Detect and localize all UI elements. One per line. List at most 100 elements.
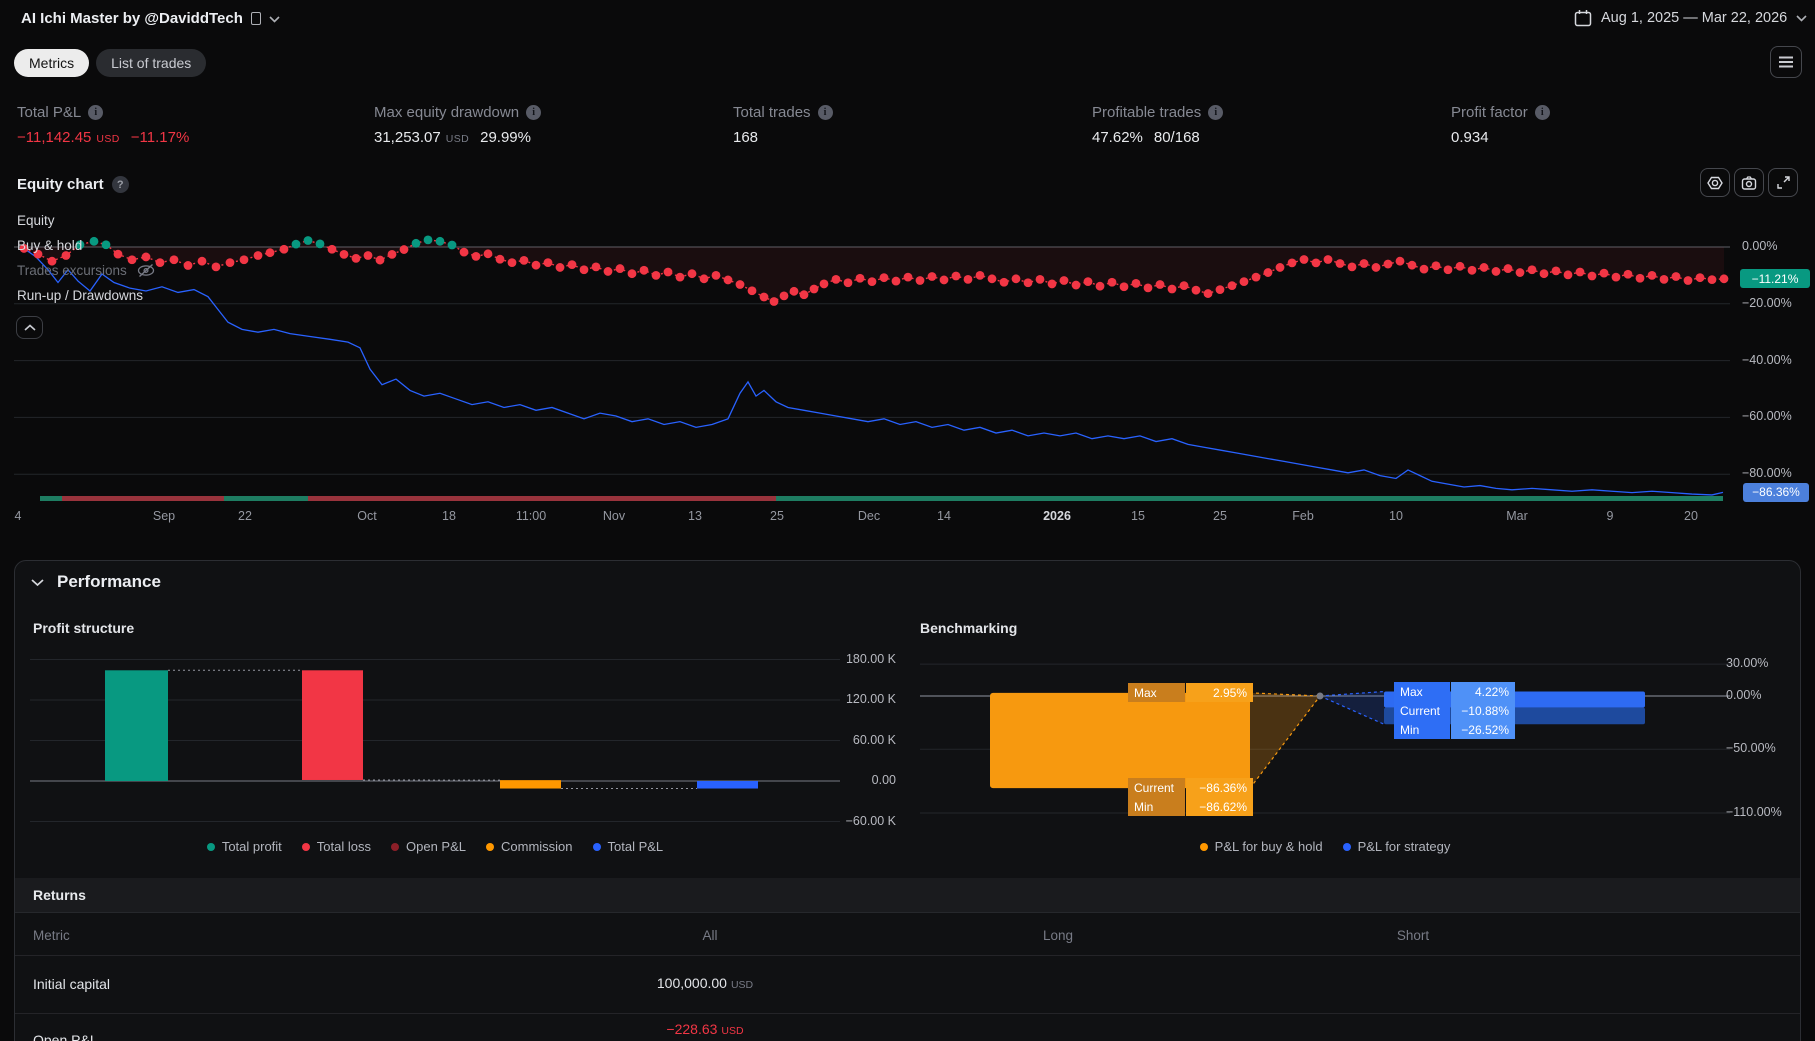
x-tick-label: Dec bbox=[857, 509, 881, 523]
metric-label: Max equity drawdown i bbox=[374, 104, 542, 121]
metric-value: 31,253.07 USD 29.99% bbox=[374, 129, 531, 146]
x-tick-label: Mar bbox=[1506, 509, 1528, 523]
x-tick-label: Oct bbox=[357, 509, 377, 523]
profit-structure-chart[interactable] bbox=[30, 646, 840, 842]
legend-item-total-profit[interactable]: Total profit bbox=[206, 839, 282, 854]
rows-icon bbox=[1779, 56, 1793, 68]
y-tick-label: −110.00% bbox=[1726, 805, 1782, 820]
y-tick-label: 0.00 bbox=[871, 773, 896, 787]
legend-item-p-l-for-strategy[interactable]: P&L for strategy bbox=[1342, 839, 1450, 854]
legend-item-buy-and-hold[interactable]: Buy & hold bbox=[17, 238, 156, 253]
profit-structure-title: Profit structure bbox=[33, 620, 135, 636]
metric-label: Profit factor i bbox=[1451, 104, 1550, 121]
x-tick-label: Sep bbox=[152, 509, 176, 523]
chevron-down-icon bbox=[1796, 15, 1807, 22]
x-tick-label: Feb bbox=[1292, 509, 1314, 523]
metric-profit-factor: Profit factor i 0.934 bbox=[1451, 104, 1550, 146]
x-tick-label: 22 bbox=[238, 509, 252, 523]
row-label-initial-capital: Initial capital bbox=[33, 976, 111, 992]
legend-label: Buy & hold bbox=[17, 238, 83, 253]
x-tick-label: 15 bbox=[1131, 509, 1145, 523]
legend-dot bbox=[391, 842, 399, 851]
column-header-short: Short bbox=[1396, 928, 1430, 943]
tab-metrics[interactable]: Metrics bbox=[14, 49, 90, 77]
legend-item-runup-drawdowns[interactable]: Run-up / Drawdowns bbox=[17, 288, 156, 303]
equity-axis-badges: −11.21% −86.36% bbox=[1740, 176, 1815, 506]
x-tick-label: 10 bbox=[1389, 509, 1403, 523]
profit-y-axis: 180.00 K 120.00 K 60.00 K 0.00 −60.00 K bbox=[840, 646, 896, 842]
benchmarking-y-axis: 30.00% 0.00% −50.00% −110.00% bbox=[1726, 646, 1796, 842]
y-tick-label: −50.00% bbox=[1726, 741, 1776, 756]
legend-dot bbox=[592, 842, 601, 851]
currency: USD bbox=[721, 1025, 744, 1037]
metric-label: Total trades i bbox=[733, 104, 833, 121]
metric-value: −11,142.45 USD −11.17% bbox=[17, 129, 190, 146]
page-title: AI Ichi Master by @DaviddTech bbox=[21, 10, 243, 27]
eye-off-icon[interactable] bbox=[136, 263, 156, 278]
cell-initial-capital-all: 100,000.00 USD bbox=[657, 975, 753, 991]
legend-item-equity[interactable]: Equity bbox=[17, 213, 156, 228]
metric-profitable-trades: Profitable trades i 47.62% 80/168 bbox=[1092, 104, 1224, 146]
benchmarking-chart[interactable] bbox=[920, 646, 1730, 842]
legend-item-open-p-l[interactable]: Open P&L bbox=[391, 839, 466, 854]
legend-dot bbox=[1199, 842, 1208, 851]
tab-list-of-trades[interactable]: List of trades bbox=[96, 49, 207, 77]
metric-label: Profitable trades i bbox=[1092, 104, 1224, 121]
legend-label: Trades excursions bbox=[17, 263, 127, 278]
metric-total-p-l: Total P&L i −11,142.45 USD −11.17% bbox=[17, 104, 189, 146]
date-range-selector[interactable]: Aug 1, 2025 — Mar 22, 2026 bbox=[1574, 9, 1807, 27]
legend-dot bbox=[301, 842, 310, 851]
cell-open-pnl-all: −228.63 USD bbox=[666, 1021, 743, 1037]
equity-legend: Equity Buy & hold Trades excursions Run-… bbox=[17, 213, 156, 303]
collapse-legend-button[interactable] bbox=[16, 316, 43, 339]
strategy-title-group[interactable]: AI Ichi Master by @DaviddTech bbox=[21, 10, 280, 27]
x-tick-label: 14 bbox=[937, 509, 951, 523]
metric-value: 168 bbox=[733, 129, 759, 146]
legend-label: Equity bbox=[17, 213, 55, 228]
info-icon[interactable]: i bbox=[817, 105, 833, 120]
y-tick-label: 120.00 K bbox=[845, 692, 896, 706]
x-tick-label: 2026 bbox=[1043, 509, 1071, 523]
currency: USD bbox=[730, 979, 754, 991]
y-tick-label: −60.00 K bbox=[845, 813, 896, 828]
legend-item-trades-excursions[interactable]: Trades excursions bbox=[17, 263, 156, 278]
legend-item-commission[interactable]: Commission bbox=[486, 839, 573, 854]
benchmarking-legend: P&L for buy & hold P&L for strategy bbox=[920, 839, 1730, 854]
report-layout-button[interactable] bbox=[1770, 46, 1802, 78]
divider bbox=[15, 1013, 1800, 1014]
x-tick-label: Nov bbox=[602, 509, 626, 523]
metric-max-equity-drawdown: Max equity drawdown i 31,253.07 USD 29.99% bbox=[374, 104, 542, 146]
y-tick-label: 0.00% bbox=[1726, 688, 1762, 702]
metric-value: 0.934 bbox=[1451, 129, 1489, 146]
equity-chart-canvas[interactable] bbox=[14, 176, 1735, 506]
metric-value: 47.62% 80/168 bbox=[1092, 129, 1200, 146]
missing-glyph-icon bbox=[250, 12, 261, 25]
strategy-tester-panel: AI Ichi Master by @DaviddTech Aug 1, 202… bbox=[0, 0, 1815, 1041]
legend-item-total-loss[interactable]: Total loss bbox=[301, 839, 371, 854]
chevron-down-icon bbox=[31, 578, 44, 586]
value: −228.63 bbox=[666, 1021, 718, 1037]
date-range-label: Aug 1, 2025 — Mar 22, 2026 bbox=[1601, 10, 1788, 26]
y-tick-label: 180.00 K bbox=[845, 651, 896, 666]
equity-x-axis: 4 Sep 22 Oct 18 11:00 Nov 13 25 Dec 14 2026 15 25 Feb 1… bbox=[14, 509, 1735, 527]
column-header-long: Long bbox=[1042, 928, 1074, 943]
profit-structure-legend: Total profit Total loss Open P&L Commission… bbox=[30, 839, 840, 854]
legend-item-p-l-for-buy-hold[interactable]: P&L for buy & hold bbox=[1199, 839, 1323, 854]
x-tick-label: 11:00 bbox=[515, 509, 547, 523]
calendar-icon bbox=[1574, 10, 1592, 27]
returns-section-header: Returns bbox=[15, 878, 1800, 913]
info-icon[interactable]: i bbox=[526, 105, 542, 120]
info-icon[interactable]: i bbox=[88, 105, 104, 120]
benchmarking-title: Benchmarking bbox=[920, 620, 1018, 636]
x-tick-label: 20 bbox=[1684, 509, 1698, 523]
info-icon[interactable]: i bbox=[1208, 105, 1224, 120]
x-tick-label: 25 bbox=[770, 509, 784, 523]
equity-value-badge: −11.21% bbox=[1740, 269, 1810, 289]
performance-title: Performance bbox=[57, 572, 161, 591]
info-icon[interactable]: i bbox=[1534, 105, 1550, 120]
metric-label: Total P&L i bbox=[17, 104, 189, 121]
performance-header[interactable]: Performance bbox=[31, 572, 161, 592]
metric-total-trades: Total trades i 168 bbox=[733, 104, 833, 146]
legend-item-total-p-l[interactable]: Total P&L bbox=[592, 839, 663, 854]
x-tick-label: 18 bbox=[442, 509, 456, 523]
